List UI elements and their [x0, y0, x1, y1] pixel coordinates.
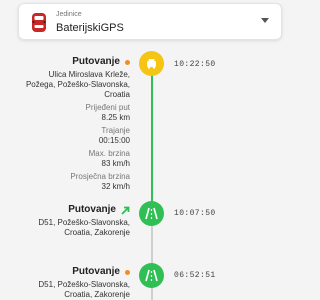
timeline-entry[interactable]: Putovanje D51, Požeško-Slavonska, Croati…	[38, 205, 130, 238]
entry-title: Putovanje	[72, 56, 120, 67]
entry-address-line: Croatia	[104, 90, 130, 99]
entry-address-line: Croatia, Zakorenje	[64, 290, 130, 299]
timeline-node-parking[interactable]	[139, 51, 164, 76]
unit-selector[interactable]: Jedinice BaterijskiGPS	[18, 3, 282, 40]
chevron-down-icon[interactable]	[261, 18, 269, 23]
stat-label: Trajanje	[101, 126, 130, 135]
unit-caption: Jedinice	[56, 11, 82, 18]
stat-value: 83 km/h	[101, 159, 130, 168]
stat-value: 8.25 km	[101, 113, 130, 122]
timeline-node-road[interactable]	[139, 201, 164, 226]
entry-address-line: Požega, Požeško-Slavonska,	[25, 80, 130, 89]
status-dot-icon	[125, 59, 130, 65]
entry-title: Putovanje	[72, 266, 120, 277]
entry-address-line: Ulica Miroslava Krleže,	[48, 70, 130, 79]
entry-time: 06:52:51	[174, 271, 216, 280]
stat-label: Prosječna brzina	[70, 172, 130, 181]
stat-value: 00:15:00	[98, 136, 130, 145]
road-icon	[145, 207, 158, 220]
stat-label: Max. brzina	[88, 149, 130, 158]
arrow-up-right-icon	[121, 206, 130, 215]
stat-label: Prijeđeni put	[85, 103, 130, 112]
timeline-entry[interactable]: Putovanje D51, Požeško-Slavonska, Croati…	[38, 267, 130, 300]
status-dot-icon	[125, 269, 130, 275]
car-icon	[32, 13, 46, 32]
timeline-node-road[interactable]	[139, 263, 164, 288]
parking-icon	[147, 59, 156, 69]
entry-address-line: D51, Požeško-Slavonska,	[38, 218, 130, 227]
unit-value: BaterijskiGPS	[56, 22, 124, 34]
entry-time: 10:22:50	[174, 60, 216, 69]
timeline-entry[interactable]: Putovanje Ulica Miroslava Krleže, Požega…	[26, 57, 130, 192]
entry-time: 10:07:50	[174, 209, 216, 218]
stat-value: 32 km/h	[101, 182, 130, 191]
entry-title: Putovanje	[68, 204, 116, 215]
entry-address-line: Croatia, Zakorenje	[64, 228, 130, 237]
entry-address-line: D51, Požeško-Slavonska,	[38, 280, 130, 289]
road-icon	[145, 269, 158, 282]
timeline-line-active	[151, 72, 153, 207]
